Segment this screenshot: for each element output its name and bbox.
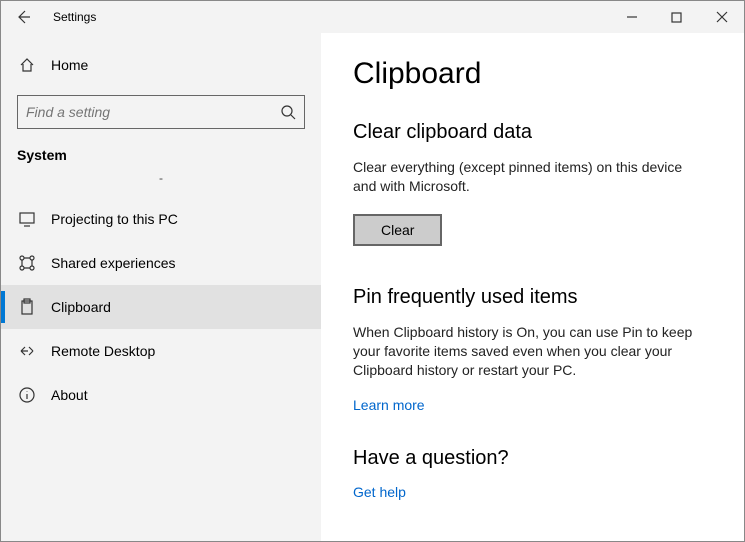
question-title: Have a question? — [353, 447, 704, 470]
projecting-icon — [17, 210, 37, 228]
get-help-link[interactable]: Get help — [353, 484, 406, 500]
close-icon — [716, 11, 728, 23]
home-label: Home — [51, 57, 88, 73]
minimize-button[interactable] — [609, 1, 654, 33]
maximize-icon — [671, 12, 682, 23]
search-icon — [280, 104, 296, 120]
minimize-icon — [626, 11, 638, 23]
shared-icon — [17, 254, 37, 272]
back-button[interactable] — [1, 1, 45, 33]
main-content: Clipboard Clear clipboard data Clear eve… — [321, 33, 744, 541]
section-clear-desc: Clear everything (except pinned items) o… — [353, 158, 704, 196]
learn-more-link[interactable]: Learn more — [353, 397, 425, 413]
section-clear-title: Clear clipboard data — [353, 121, 704, 144]
section-label: System — [17, 147, 305, 163]
sidebar-item-label: Shared experiences — [51, 255, 176, 271]
sidebar-item-label: About — [51, 387, 88, 403]
window-title: Settings — [53, 10, 96, 24]
remote-desktop-icon — [17, 342, 37, 360]
title-bar: Settings — [1, 1, 744, 33]
sidebar: Home System - Projecting to this PC Shar… — [1, 33, 321, 541]
search-box[interactable] — [17, 95, 305, 129]
separator-dash: - — [17, 171, 305, 191]
sidebar-item-projecting[interactable]: Projecting to this PC — [1, 197, 321, 241]
section-pin-desc: When Clipboard history is On, you can us… — [353, 323, 704, 380]
page-title: Clipboard — [353, 57, 704, 91]
maximize-button[interactable] — [654, 1, 699, 33]
sidebar-item-clipboard[interactable]: Clipboard — [1, 285, 321, 329]
sidebar-item-label: Projecting to this PC — [51, 211, 178, 227]
section-pin-title: Pin frequently used items — [353, 286, 704, 309]
clipboard-icon — [17, 298, 37, 316]
sidebar-item-label: Remote Desktop — [51, 343, 155, 359]
home-icon — [17, 56, 37, 74]
home-nav[interactable]: Home — [17, 47, 305, 83]
search-input[interactable] — [26, 104, 280, 120]
sidebar-item-label: Clipboard — [51, 299, 111, 315]
clear-button[interactable]: Clear — [353, 214, 442, 246]
arrow-left-icon — [15, 9, 31, 25]
sidebar-item-remote-desktop[interactable]: Remote Desktop — [1, 329, 321, 373]
sidebar-item-shared-experiences[interactable]: Shared experiences — [1, 241, 321, 285]
sidebar-item-about[interactable]: About — [1, 373, 321, 417]
close-button[interactable] — [699, 1, 744, 33]
about-icon — [17, 386, 37, 404]
